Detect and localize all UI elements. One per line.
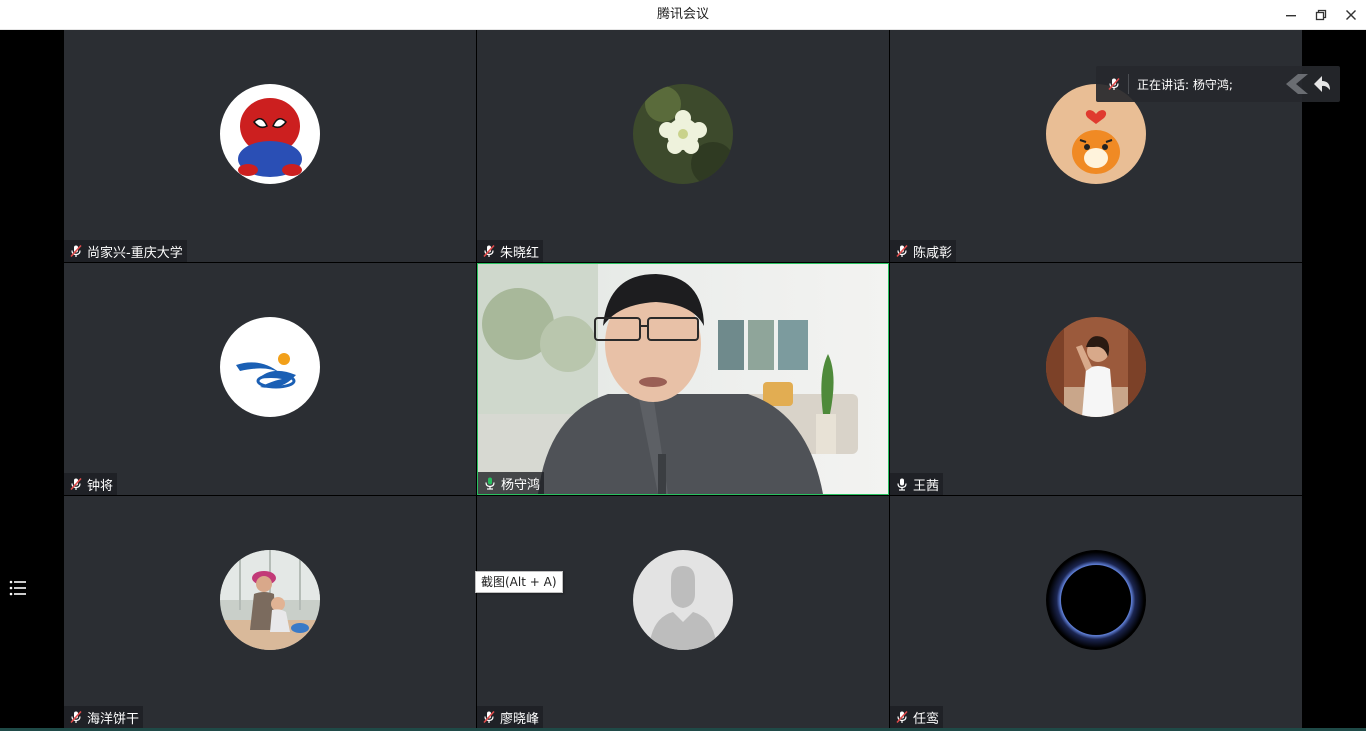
participant-tile[interactable]: 王茜	[890, 263, 1302, 495]
restore-button[interactable]	[1304, 0, 1338, 30]
participant-tile[interactable]: 陈咸彰	[890, 30, 1302, 262]
mic-speaking-icon	[482, 475, 498, 491]
minimize-icon	[1286, 15, 1296, 17]
mic-muted-icon	[481, 243, 497, 259]
speaking-indicator-bar: 正在讲话: 杨守鸿;	[1096, 66, 1340, 102]
mic-muted-icon	[894, 243, 910, 259]
participant-name: 廖晓峰	[500, 711, 540, 727]
mic-on-icon	[894, 476, 910, 492]
participant-name-tag: 王茜	[890, 473, 944, 495]
family-photo-avatar	[220, 550, 320, 650]
logo-avatar	[220, 317, 320, 417]
mic-muted-icon	[68, 243, 84, 259]
mic-muted-icon	[481, 709, 497, 725]
participant-name: 任鸾	[913, 711, 940, 727]
participant-name: 王茜	[913, 478, 940, 494]
screenshot-tooltip: 截图(Alt + A)	[475, 571, 563, 593]
participant-tile[interactable]: 廖晓峰	[477, 496, 889, 728]
arrow-back-icon[interactable]	[1284, 72, 1332, 96]
ring-avatar	[1046, 550, 1146, 650]
close-button[interactable]	[1334, 0, 1366, 30]
participant-name-tag: 任鸾	[890, 706, 944, 728]
participant-name-tag: 海洋饼干	[64, 706, 144, 728]
participant-name-tag: 尚家兴-重庆大学	[64, 240, 187, 262]
participant-name: 海洋饼干	[87, 711, 140, 727]
participant-name: 杨守鸿	[501, 477, 541, 493]
participant-tile[interactable]: 任鸾	[890, 496, 1302, 728]
participant-name: 陈咸彰	[913, 245, 953, 261]
mic-muted-icon	[894, 709, 910, 725]
participant-name-tag: 朱晓红	[477, 240, 544, 262]
participant-name: 尚家兴-重庆大学	[87, 245, 183, 261]
speaking-text: 正在讲话: 杨守鸿;	[1137, 77, 1233, 92]
participant-tile[interactable]: 尚家兴-重庆大学	[64, 30, 476, 262]
minimize-button[interactable]	[1274, 0, 1308, 30]
participant-list-button[interactable]	[2, 572, 34, 604]
participant-tile[interactable]: 朱晓红	[477, 30, 889, 262]
flower-avatar	[633, 84, 733, 184]
mic-muted-icon[interactable]	[1106, 76, 1122, 92]
participant-name: 钟将	[87, 478, 114, 494]
default-avatar	[633, 550, 733, 650]
mic-muted-icon	[68, 709, 84, 725]
spiderman-avatar	[220, 84, 320, 184]
participant-tile[interactable]: 海洋饼干	[64, 496, 476, 728]
participant-name-tag: 杨守鸿	[478, 472, 545, 494]
window-title: 腾讯会议	[656, 7, 709, 22]
participant-name-tag: 廖晓峰	[477, 706, 544, 728]
list-icon	[9, 580, 26, 596]
title-bar: 腾讯会议	[0, 0, 1366, 30]
active-speaker-tile[interactable]: 杨守鸿	[477, 263, 889, 495]
participant-tile[interactable]: 钟将	[64, 263, 476, 495]
participant-name-tag: 陈咸彰	[890, 240, 957, 262]
mic-muted-icon	[68, 476, 84, 492]
divider	[1128, 74, 1129, 94]
close-icon	[1346, 10, 1356, 20]
participant-name-tag: 钟将	[64, 473, 118, 495]
participant-name: 朱晓红	[500, 245, 540, 261]
restore-icon	[1315, 9, 1327, 21]
video-feed	[478, 264, 888, 494]
meeting-stage: 尚家兴-重庆大学 朱晓红 陈咸彰 钟将 杨守鸿 王茜 海洋饼干 廖晓峰 任鸾 正…	[0, 30, 1366, 731]
photo-avatar	[1046, 317, 1146, 417]
